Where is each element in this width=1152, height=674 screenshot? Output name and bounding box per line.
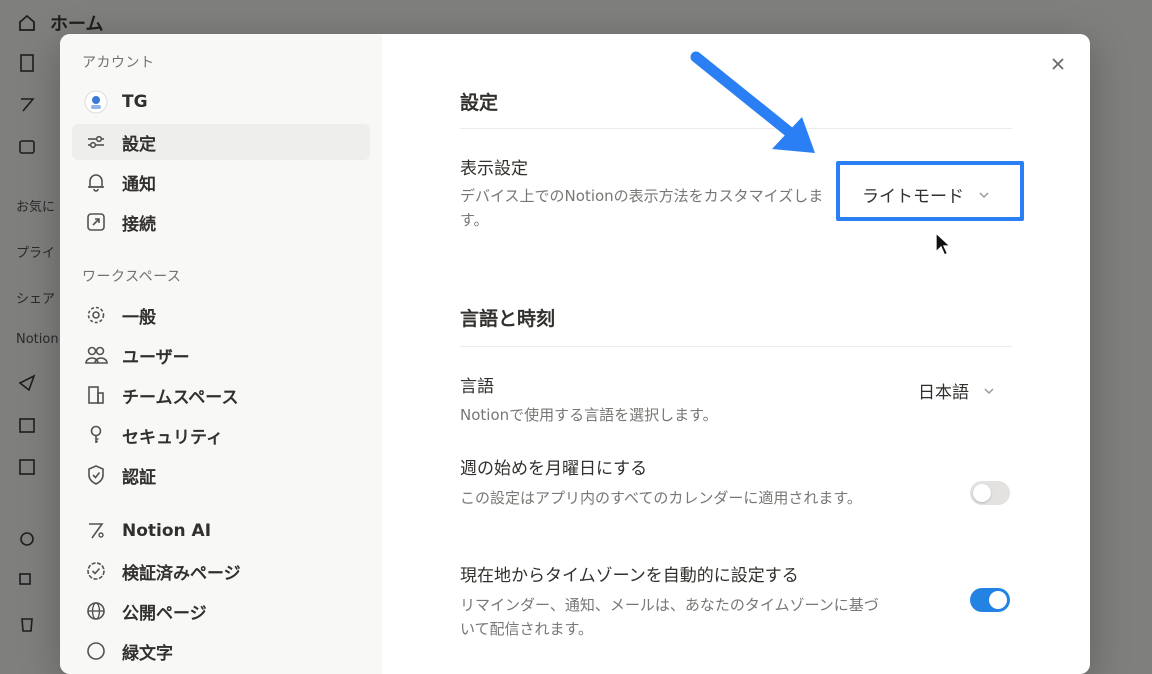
bg-home-item: ホーム <box>16 10 103 36</box>
sidebar-item-label: 設定 <box>122 134 156 155</box>
settings-sidebar: アカウント TG 設定 通知 接続 ワークスペース 一般 ユーザー チームスペー… <box>60 34 382 674</box>
bg-item <box>16 372 38 394</box>
account-section-label: アカウント <box>82 55 155 71</box>
sidebar-item-general[interactable]: 一般 <box>72 297 370 333</box>
appearance-title: 表示設定 <box>460 159 528 179</box>
ai-icon <box>16 94 38 116</box>
sidebar-item-label: 緑文字 <box>122 643 173 664</box>
sidebar-item-label: 通知 <box>122 174 156 195</box>
annotation-arrow-icon <box>690 51 815 153</box>
sidebar-item-account[interactable]: TG <box>72 84 370 120</box>
sidebar-item-label: Notion AI <box>122 521 212 541</box>
sidebar-item-settings[interactable]: 設定 <box>72 124 370 160</box>
settings-section-title: 設定 <box>460 92 499 114</box>
external-link-icon <box>84 210 108 234</box>
bg-item <box>16 52 38 74</box>
home-icon <box>16 12 38 34</box>
mouse-cursor-icon <box>935 232 952 256</box>
building-icon <box>84 383 108 407</box>
users-icon <box>84 343 108 367</box>
chevron-down-icon <box>984 387 994 394</box>
bg-item <box>16 570 38 592</box>
sidebar-item-public-pages[interactable]: 公開ページ <box>72 593 370 629</box>
week-start-toggle[interactable] <box>970 481 1010 505</box>
calendar-icon <box>16 414 38 436</box>
bg-item <box>16 414 38 436</box>
sidebar-item-extra[interactable]: 緑文字 <box>72 633 370 669</box>
sidebar-item-security[interactable]: セキュリティ <box>72 417 370 453</box>
sidebar-item-label: 一般 <box>122 307 156 328</box>
sidebar-item-connections[interactable]: 接続 <box>72 204 370 240</box>
sidebar-item-label: セキュリティ <box>122 427 223 448</box>
timezone-description: リマインダー、通知、メールは、あなたのタイムゾーンに基づいて配信されます。 <box>460 596 879 638</box>
bg-item <box>16 94 38 116</box>
sidebar-item-teamspaces[interactable]: チームスペース <box>72 377 370 413</box>
circle-icon <box>84 639 108 663</box>
avatar-icon <box>84 90 108 114</box>
highlight-box <box>836 161 1024 221</box>
bg-item <box>16 612 38 634</box>
key-icon <box>84 423 108 447</box>
doc-icon <box>16 52 38 74</box>
inbox-icon <box>16 136 38 158</box>
gear-icon <box>84 303 108 327</box>
sidebar-item-label: ユーザー <box>122 347 190 368</box>
language-description: Notionで使用する言語を選択します。 <box>460 406 718 424</box>
gear-icon <box>16 528 38 550</box>
settings-modal: アカウント TG 設定 通知 接続 ワークスペース 一般 ユーザー チームスペー… <box>60 34 1090 674</box>
trash-icon <box>16 612 38 634</box>
notion-ai-icon <box>84 519 108 543</box>
shield-check-icon <box>84 463 108 487</box>
sidebar-item-label: 公開ページ <box>122 603 207 624</box>
sidebar-item-users[interactable]: ユーザー <box>72 337 370 373</box>
sidebar-item-label: 接続 <box>122 214 156 235</box>
globe-icon <box>84 599 108 623</box>
toggle-knob <box>973 484 991 502</box>
language-title: 言語 <box>460 377 494 397</box>
language-section-title: 言語と時刻 <box>460 308 556 330</box>
toggle-knob <box>989 591 1007 609</box>
bell-icon <box>84 170 108 194</box>
bg-home-label: ホーム <box>50 14 104 35</box>
sidebar-item-label: 認証 <box>122 467 156 488</box>
send-icon <box>16 372 38 394</box>
appearance-description: デバイス上でのNotionの表示方法をカスタマイズします。 <box>460 187 824 229</box>
bg-section: プライ <box>16 246 56 261</box>
sidebar-item-authentication[interactable]: 認証 <box>72 457 370 493</box>
sidebar-item-verified-pages[interactable]: 検証済みページ <box>72 553 370 589</box>
sidebar-item-notion-ai[interactable]: Notion AI <box>72 513 370 549</box>
notion-icon <box>16 456 38 478</box>
bg-section: Notion <box>16 332 59 347</box>
bg-item <box>16 136 38 158</box>
sidebar-item-label: 検証済みページ <box>122 563 241 584</box>
sidebar-item-notifications[interactable]: 通知 <box>72 164 370 200</box>
week-start-description: この設定はアプリ内のすべてのカレンダーに適用されます。 <box>460 489 862 507</box>
divider <box>460 346 1012 347</box>
language-value: 日本語 <box>918 383 969 403</box>
week-start-title: 週の始めを月曜日にする <box>460 459 648 479</box>
bg-section: シェア <box>16 292 56 307</box>
sidebar-item-label: TG <box>122 92 148 112</box>
language-dropdown[interactable]: 日本語 <box>918 378 995 403</box>
sidebar-item-label: チームスペース <box>122 387 239 408</box>
bg-section: お気に <box>16 200 56 215</box>
workspace-section-label: ワークスペース <box>82 269 182 285</box>
timezone-toggle[interactable] <box>970 588 1010 612</box>
sliders-icon <box>84 130 108 154</box>
bg-item <box>16 528 38 550</box>
shapes-icon <box>16 570 38 592</box>
timezone-title: 現在地からタイムゾーンを自動的に設定する <box>460 566 799 586</box>
verified-icon <box>84 559 108 583</box>
bg-item <box>16 456 38 478</box>
